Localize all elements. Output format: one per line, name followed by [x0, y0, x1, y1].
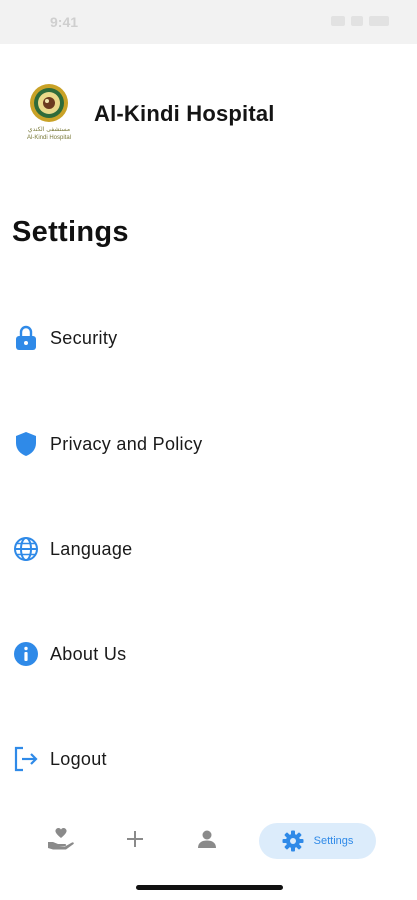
menu-item-security[interactable]: Security — [0, 310, 417, 366]
menu-item-privacy-policy[interactable]: Privacy and Policy — [0, 416, 417, 472]
system-indicators — [331, 16, 389, 26]
wifi-icon — [351, 16, 363, 26]
nav-profile-button[interactable] — [185, 823, 229, 859]
status-time: 9:41 — [50, 14, 79, 30]
status-bar: 9:41 — [0, 0, 417, 44]
nav-care-button[interactable] — [36, 823, 86, 859]
menu-item-about-us[interactable]: About Us — [0, 626, 417, 682]
logo-emblem-icon — [30, 84, 68, 122]
menu-item-logout[interactable]: Logout — [0, 731, 417, 787]
info-icon — [13, 641, 39, 667]
home-indicator — [136, 885, 283, 890]
menu-item-label: Language — [50, 538, 133, 559]
nav-add-button[interactable] — [113, 823, 157, 859]
page-title: Settings — [12, 216, 129, 248]
hand-heart-icon — [46, 826, 76, 857]
globe-icon — [13, 536, 39, 562]
bottom-navigation: Settings — [0, 818, 417, 864]
menu-item-label: Security — [50, 327, 118, 348]
app-header: مستشفى الكندي Al-Kindi Hospital Al-Kindi… — [18, 82, 275, 146]
battery-icon — [369, 16, 389, 26]
hospital-logo: مستشفى الكندي Al-Kindi Hospital — [18, 82, 80, 146]
plus-icon — [126, 830, 144, 853]
hospital-name: Al-Kindi Hospital — [94, 101, 275, 126]
shield-icon — [13, 431, 39, 457]
lock-icon — [13, 325, 39, 351]
nav-settings-label: Settings — [313, 835, 354, 847]
gear-icon — [282, 830, 304, 852]
signal-icon — [331, 16, 345, 26]
nav-settings-button[interactable]: Settings — [259, 823, 376, 859]
logo-english-text: Al-Kindi Hospital — [26, 135, 72, 141]
logout-icon — [13, 746, 39, 772]
menu-item-language[interactable]: Language — [0, 521, 417, 577]
logo-arabic-text: مستشفى الكندي — [27, 126, 71, 133]
menu-item-label: About Us — [50, 643, 127, 664]
menu-item-label: Logout — [50, 748, 107, 769]
person-icon — [197, 829, 217, 854]
menu-item-label: Privacy and Policy — [50, 433, 203, 454]
